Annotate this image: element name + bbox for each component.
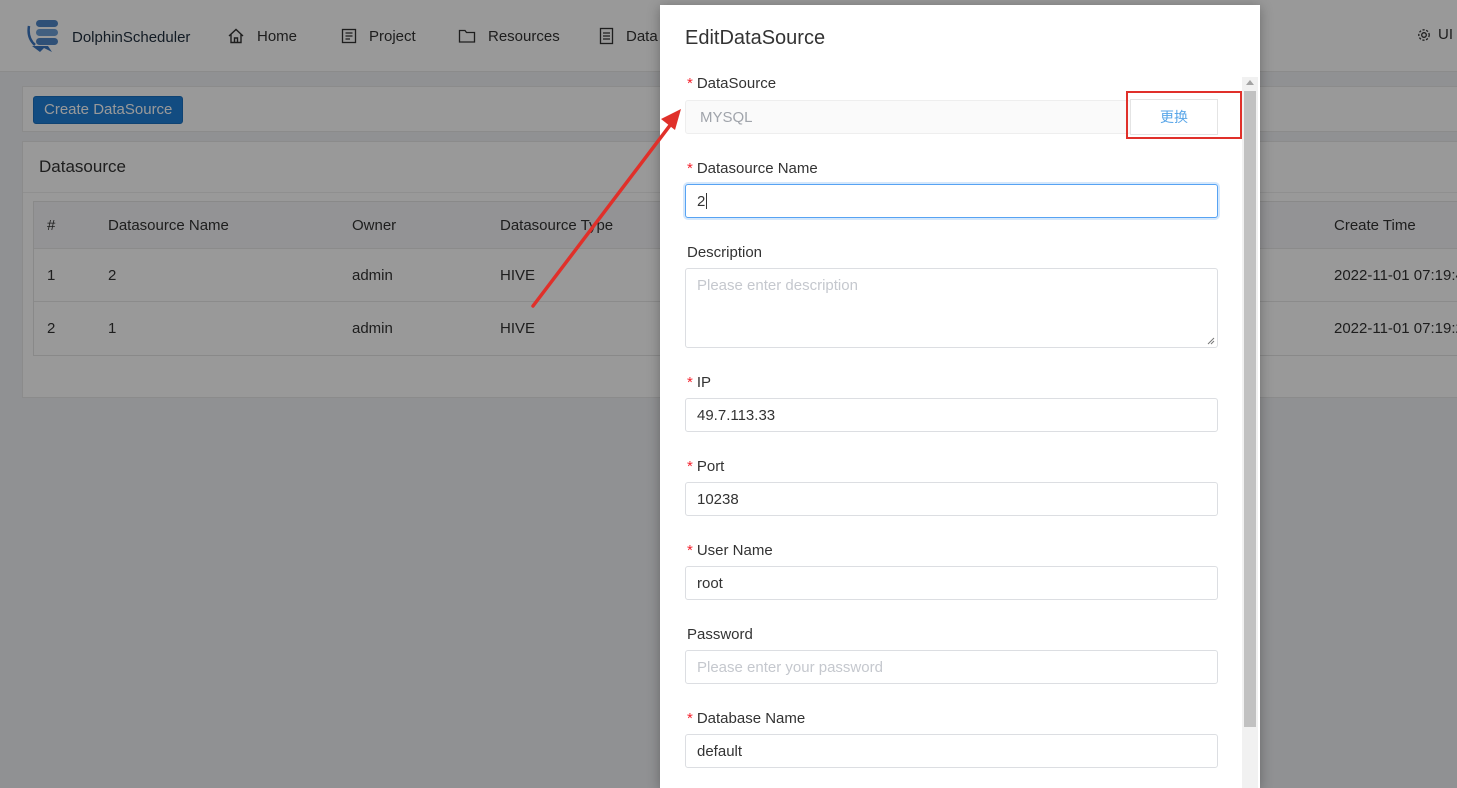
- resize-handle-icon[interactable]: [1207, 337, 1215, 345]
- required-mark: *: [687, 458, 693, 475]
- modal-title: EditDataSource: [685, 27, 826, 49]
- ip-label: * IP: [687, 374, 712, 391]
- required-mark: *: [687, 160, 693, 177]
- required-mark: *: [687, 542, 693, 559]
- datasource-type-field: MYSQL: [685, 100, 1131, 134]
- required-mark: *: [687, 710, 693, 727]
- ip-input[interactable]: 49.7.113.33: [685, 398, 1218, 432]
- description-textarea[interactable]: Please enter description: [685, 268, 1218, 348]
- user-name-label: * User Name: [687, 542, 773, 559]
- datasource-name-label: * Datasource Name: [687, 160, 818, 177]
- password-label: Password: [687, 626, 753, 643]
- modal-scrollbar[interactable]: [1242, 77, 1258, 788]
- text-cursor: [706, 193, 708, 209]
- user-name-input[interactable]: root: [685, 566, 1218, 600]
- port-label: * Port: [687, 458, 725, 475]
- annotation-highlight-box: [1126, 91, 1242, 139]
- database-name-label: * Database Name: [687, 710, 806, 727]
- password-input[interactable]: Please enter your password: [685, 650, 1218, 684]
- scroll-up-arrow-icon[interactable]: [1246, 80, 1254, 85]
- port-input[interactable]: 10238: [685, 482, 1218, 516]
- datasource-name-input[interactable]: 2: [685, 184, 1218, 218]
- database-name-input[interactable]: default: [685, 734, 1218, 768]
- description-label: Description: [687, 244, 763, 261]
- datasource-label: * DataSource: [687, 75, 777, 92]
- scroll-thumb[interactable]: [1244, 91, 1256, 727]
- required-mark: *: [687, 75, 693, 92]
- required-mark: *: [687, 374, 693, 391]
